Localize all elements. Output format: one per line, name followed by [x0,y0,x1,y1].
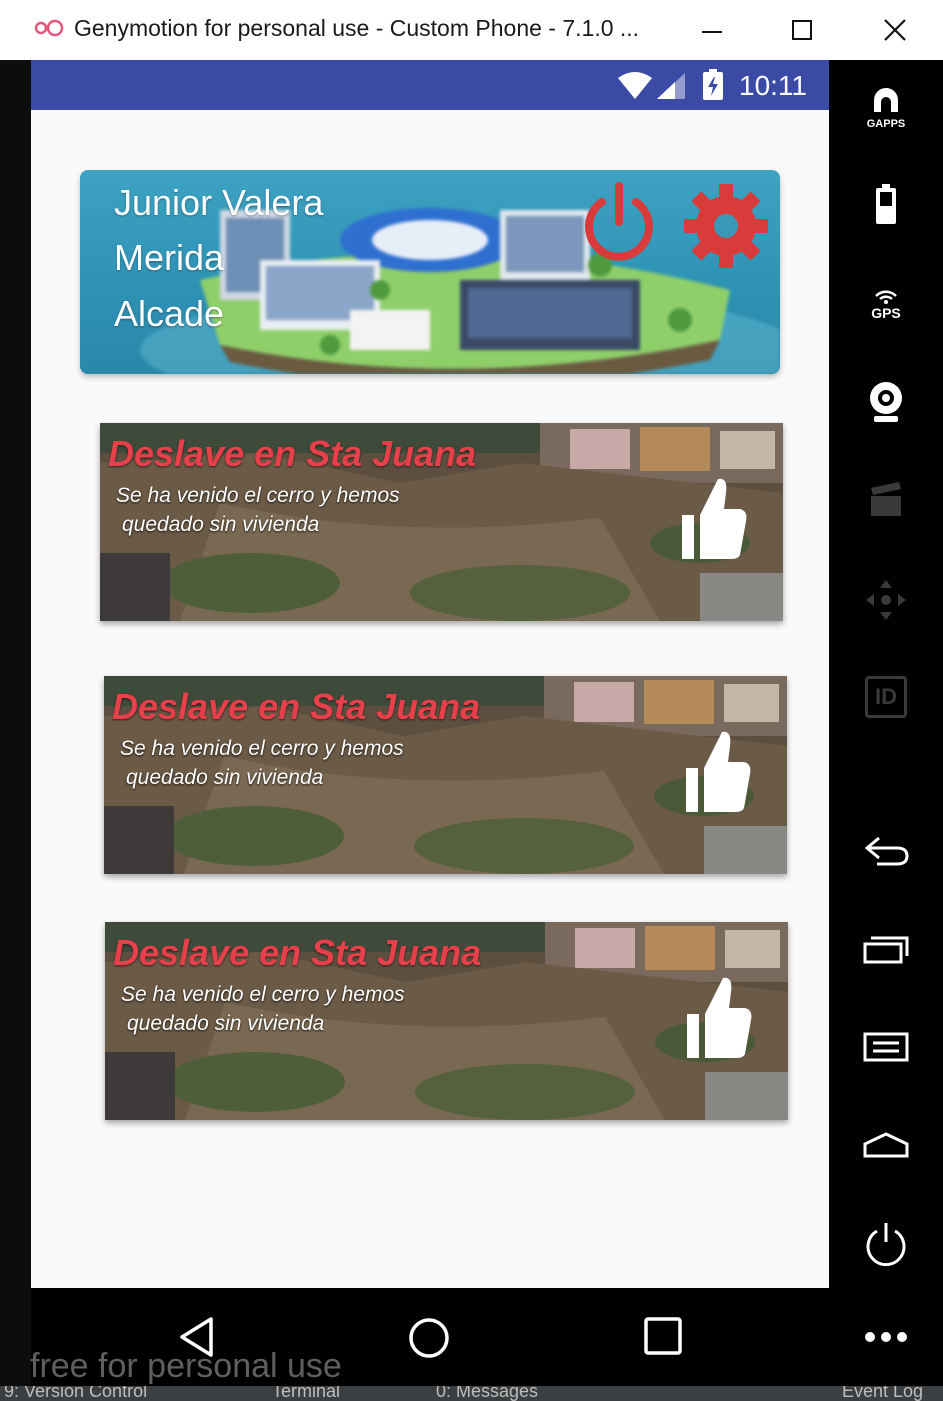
news-description-line: quedado sin vivienda [127,1012,325,1035]
gps-label: GPS [871,305,901,321]
menu-icon [863,1032,909,1062]
recent-apps-button[interactable] [829,934,943,964]
news-card[interactable]: Deslave en Sta Juana Se ha venido el cer… [105,922,788,1120]
dpad-button[interactable] [829,578,943,622]
gear-icon[interactable] [680,180,772,272]
emulator-toolbar: GAPPS GPS ID [829,60,943,1401]
minimize-button[interactable] [687,10,737,50]
ide-messages[interactable]: 0: Messages [436,1386,538,1401]
gps-button[interactable] [829,286,943,304]
thumbs-up-icon[interactable] [683,974,753,1060]
news-title: Deslave en Sta Juana [108,433,477,474]
nav-recents-icon[interactable] [643,1316,683,1356]
power-button[interactable] [829,1220,943,1266]
webcam-button[interactable] [829,380,943,424]
user-role: Alcade [114,293,225,334]
gps-icon [875,290,897,304]
left-border [0,60,31,1401]
thumbs-up-icon[interactable] [678,475,748,561]
news-title: Deslave en Sta Juana [112,686,481,727]
menu-button[interactable] [829,1030,943,1062]
ide-bottom-bar: 9: Version Control Terminal 0: Messages … [0,1386,943,1401]
back-button[interactable] [829,834,943,868]
gapps-icon [874,88,898,112]
battery-charging-icon [703,69,723,100]
id-icon: ID [865,676,907,718]
clock: 10:11 [739,70,807,101]
signal-icon [657,73,685,99]
news-description: Se ha venido el cerro y hemos quedado si… [116,481,476,539]
wifi-icon [618,72,652,99]
nav-home-icon[interactable] [407,1316,451,1360]
thumbs-up-icon[interactable] [682,728,752,814]
clapperboard-icon [871,482,901,516]
ide-event-log[interactable]: Event Log [842,1386,923,1401]
home-button[interactable] [829,1130,943,1160]
ide-terminal[interactable]: Terminal [272,1386,340,1401]
news-description-line: Se ha venido el cerro y hemos [120,737,404,760]
close-button[interactable] [870,10,920,50]
recent-apps-icon [863,936,909,964]
more-dots-icon [865,1332,907,1342]
watermark: free for personal use [30,1347,342,1385]
window-title-bar: Genymotion for personal use - Custom Pho… [0,0,943,60]
gapps-label: GAPPS [866,118,906,130]
user-city: Merida [114,237,225,278]
profile-header-card: Junior Valera Merida Alcade [80,170,780,374]
power-icon[interactable] [576,178,662,264]
news-title: Deslave en Sta Juana [113,932,482,973]
news-description: Se ha venido el cerro y hemos quedado si… [121,980,481,1038]
back-arrow-icon [864,836,909,866]
maximize-icon [792,20,812,40]
dpad-icon [866,580,906,620]
device-id-button[interactable]: ID [829,676,943,718]
ide-version-control[interactable]: 9: Version Control [4,1386,147,1401]
news-description-line: Se ha venido el cerro y hemos [121,983,405,1006]
window-title: Genymotion for personal use - Custom Pho… [74,15,640,41]
news-description-line: quedado sin vivienda [122,513,320,536]
home-icon [863,1132,909,1158]
battery-button[interactable] [829,184,943,226]
power-icon [866,1223,906,1266]
more-options-button[interactable] [829,1330,943,1344]
gapps-button[interactable] [829,86,943,112]
news-description: Se ha venido el cerro y hemos quedado si… [120,734,480,792]
news-card[interactable]: Deslave en Sta Juana Se ha venido el cer… [104,676,787,874]
minimize-icon [702,31,722,33]
screencast-button[interactable] [829,480,943,518]
battery-icon [876,184,896,224]
news-description-line: Se ha venido el cerro y hemos [116,484,400,507]
maximize-button[interactable] [777,10,827,50]
user-name: Junior Valera [114,182,324,223]
webcam-icon [870,382,902,422]
close-icon [884,19,906,41]
phone-screen: 10:11 Junior Valera Merida Alcade Deslav… [31,60,829,1288]
genymotion-logo-icon [34,19,64,37]
status-bar: 10:11 [31,60,829,110]
news-card[interactable]: Deslave en Sta Juana Se ha venido el cer… [100,423,783,621]
news-description-line: quedado sin vivienda [126,766,324,789]
